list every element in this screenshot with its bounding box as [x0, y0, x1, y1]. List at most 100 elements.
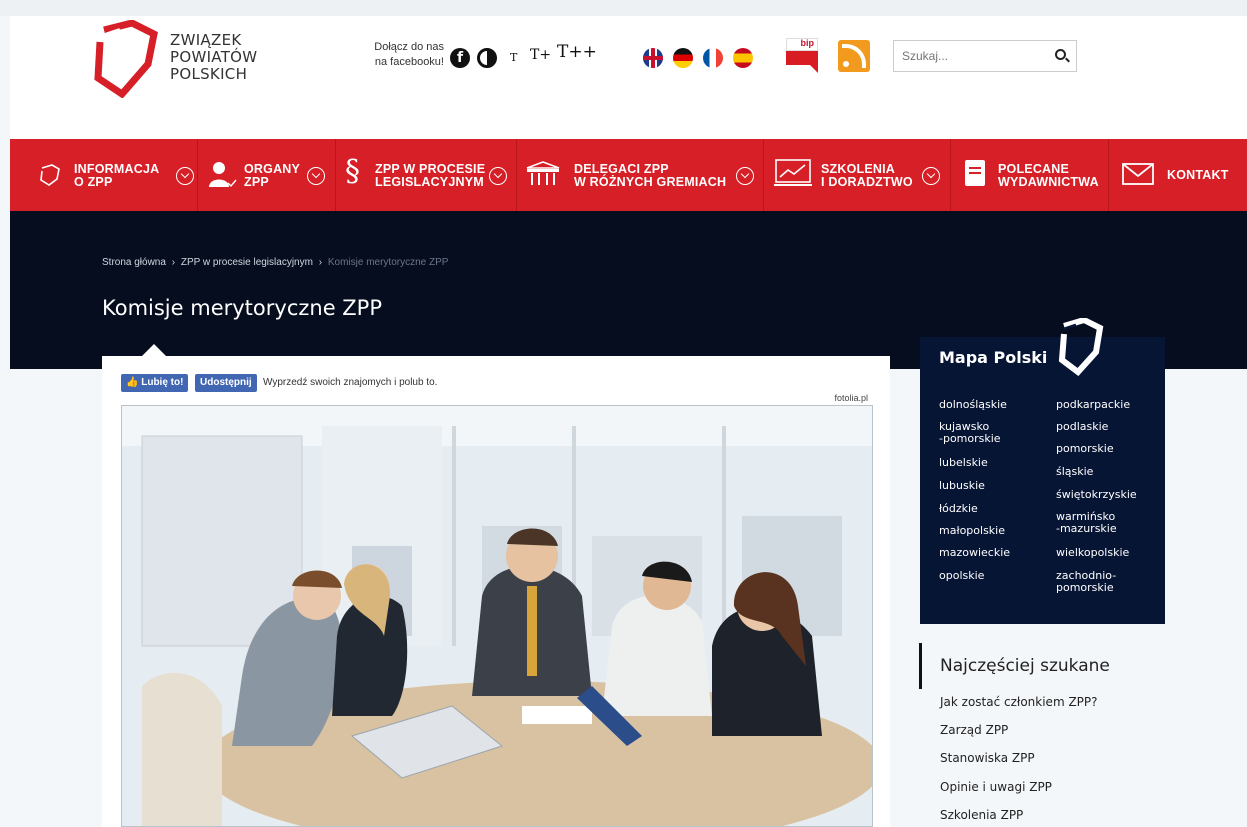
- nav-label: ORGANY ZPP: [244, 163, 300, 189]
- nav-label: ZPP W PROCESIE LEGISLACYJNYM: [375, 163, 485, 189]
- nav-label-line: W RÓŻNYCH GREMIACH: [574, 175, 727, 189]
- section-accent-bar: [919, 643, 922, 689]
- region-link[interactable]: wielkopolskie: [1056, 547, 1129, 558]
- facebook-like-button[interactable]: 👍 Lubię to!: [121, 374, 189, 392]
- region-link[interactable]: -mazurskie: [1056, 523, 1117, 534]
- facebook-icon[interactable]: f: [450, 48, 470, 68]
- facebook-join-text: Dołącz do nas na facebooku!: [352, 40, 444, 70]
- most-searched-link[interactable]: Opinie i uwagi ZPP: [940, 780, 1052, 794]
- region-link[interactable]: dolnośląskie: [939, 399, 1007, 410]
- font-size-normal-button[interactable]: T: [510, 51, 517, 64]
- breadcrumb: Strona główna › ZPP w procesie legislacy…: [102, 257, 451, 268]
- region-link[interactable]: -pomorskie: [939, 433, 1001, 444]
- breadcrumb-parent-link[interactable]: ZPP w procesie legislacyjnym: [181, 257, 313, 268]
- zpp-logo-white-icon: [1058, 318, 1104, 376]
- region-link[interactable]: mazowieckie: [939, 547, 1010, 558]
- logo-line: ZWIĄZEK: [170, 31, 242, 49]
- nav-label-line: O ZPP: [74, 175, 113, 189]
- chevron-down-icon[interactable]: [176, 167, 194, 185]
- nav-item-legislacja[interactable]: § ZPP W PROCESIE LEGISLACYJNYM: [337, 139, 517, 211]
- nav-label-line: WYDAWNICTWA: [998, 175, 1099, 189]
- flag-de-icon[interactable]: [673, 48, 693, 68]
- nav-label: DELEGACI ZPP W RÓŻNYCH GREMIACH: [574, 163, 726, 189]
- nav-item-organy[interactable]: ORGANY ZPP: [199, 139, 336, 211]
- flag-fr-icon[interactable]: [703, 48, 723, 68]
- most-searched-link[interactable]: Stanowiska ZPP: [940, 751, 1035, 765]
- meeting-photo-illustration: [122, 406, 872, 826]
- chevron-down-icon[interactable]: [736, 167, 754, 185]
- nav-item-delegaci[interactable]: DELEGACI ZPP W RÓŻNYCH GREMIACH: [518, 139, 764, 211]
- nav-label: POLECANE WYDAWNICTWA: [998, 163, 1099, 189]
- search-icon[interactable]: [1055, 49, 1066, 60]
- nav-label-line: LEGISLACYJNYM: [375, 175, 484, 189]
- top-strip: [0, 0, 1247, 16]
- region-link[interactable]: podlaskie: [1056, 421, 1108, 432]
- zpp-logo-icon[interactable]: [92, 20, 162, 98]
- contrast-icon[interactable]: [477, 48, 497, 68]
- nav-item-szkolenia[interactable]: SZKOLENIA I DORADZTWO: [765, 139, 951, 211]
- chevron-down-icon[interactable]: [489, 167, 507, 185]
- region-link[interactable]: opolskie: [939, 570, 984, 581]
- bip-top: bip: [786, 38, 818, 51]
- font-size-large-button[interactable]: T+: [530, 47, 551, 63]
- bip-bottom: [786, 51, 818, 65]
- search-box: [893, 40, 1077, 72]
- font-size-xlarge-button[interactable]: T++: [557, 42, 597, 62]
- region-link[interactable]: kujawsko: [939, 421, 989, 432]
- region-link[interactable]: pomorskie: [1056, 443, 1114, 454]
- nav-label: KONTAKT: [1167, 169, 1229, 182]
- region-link[interactable]: łódzkie: [939, 503, 978, 514]
- most-searched-link[interactable]: Szkolenia ZPP: [940, 808, 1023, 822]
- region-link[interactable]: lubelskie: [939, 457, 988, 468]
- breadcrumb-current: Komisje merytoryczne ZPP: [327, 257, 449, 268]
- logo-line: POWIATÓW: [170, 48, 258, 66]
- bip-icon[interactable]: bip: [786, 38, 818, 74]
- breadcrumb-separator: ›: [171, 257, 176, 268]
- region-link[interactable]: śląskie: [1056, 466, 1093, 477]
- nav-label-line: I DORADZTWO: [821, 175, 913, 189]
- region-link[interactable]: lubuskie: [939, 480, 985, 491]
- region-link[interactable]: warmińsko: [1056, 511, 1115, 522]
- flag-en-icon[interactable]: [643, 48, 663, 68]
- building-icon: [526, 161, 560, 185]
- nav-label: SZKOLENIA I DORADZTWO: [821, 163, 913, 189]
- nav-label-line: ZPP: [244, 175, 269, 189]
- main-nav: INFORMACJA O ZPP ORGANY ZPP § ZPP W PROC…: [10, 139, 1247, 211]
- facebook-join-line: Dołącz do nas: [374, 41, 444, 53]
- facebook-prompt: Wyprzedź swoich znajomych i polub to.: [263, 377, 438, 388]
- facebook-like-label: Lubię to!: [141, 377, 184, 388]
- page-title: Komisje merytoryczne ZPP: [102, 296, 383, 320]
- most-searched-link[interactable]: Zarząd ZPP: [940, 723, 1008, 737]
- chart-screen-icon: [774, 159, 812, 186]
- chevron-down-icon[interactable]: [307, 167, 325, 185]
- site-logo-text[interactable]: ZWIĄZEK POWIATÓW POLSKICH: [170, 32, 257, 83]
- map-title: Mapa Polski: [939, 348, 1048, 367]
- flag-es-icon[interactable]: [733, 48, 753, 68]
- region-link[interactable]: małopolskie: [939, 525, 1005, 536]
- most-searched-link[interactable]: Jak zostać członkiem ZPP?: [940, 695, 1098, 709]
- breadcrumb-home-link[interactable]: Strona główna: [102, 257, 166, 268]
- thumbs-up-icon: 👍: [126, 377, 142, 388]
- region-link[interactable]: podkarpackie: [1056, 399, 1130, 410]
- image-credit: fotolia.pl: [834, 393, 868, 403]
- envelope-icon: [1122, 163, 1154, 185]
- nav-item-kontakt[interactable]: KONTAKT: [1110, 139, 1247, 211]
- document-icon: [965, 160, 985, 186]
- rss-icon[interactable]: [838, 40, 870, 72]
- nav-item-wydawnictwa[interactable]: POLECANE WYDAWNICTWA: [952, 139, 1109, 211]
- region-link[interactable]: zachodnio-: [1056, 570, 1116, 581]
- search-input[interactable]: [894, 41, 1044, 71]
- facebook-join-line: na facebooku!: [374, 56, 444, 68]
- region-link[interactable]: pomorskie: [1056, 582, 1114, 593]
- article-photo: [121, 405, 873, 827]
- region-link[interactable]: świętokrzyskie: [1056, 489, 1137, 500]
- logo-line: POLSKICH: [170, 65, 248, 83]
- most-searched-title: Najczęściej szukane: [940, 656, 1110, 676]
- breadcrumb-separator: ›: [318, 257, 323, 268]
- bip-label: bip: [800, 38, 815, 48]
- facebook-share-button[interactable]: Udostępnij: [195, 374, 257, 392]
- nav-item-informacja[interactable]: INFORMACJA O ZPP: [28, 139, 198, 211]
- chevron-down-icon[interactable]: [922, 167, 940, 185]
- nav-label: INFORMACJA O ZPP: [74, 163, 159, 189]
- user-check-icon: [209, 162, 237, 188]
